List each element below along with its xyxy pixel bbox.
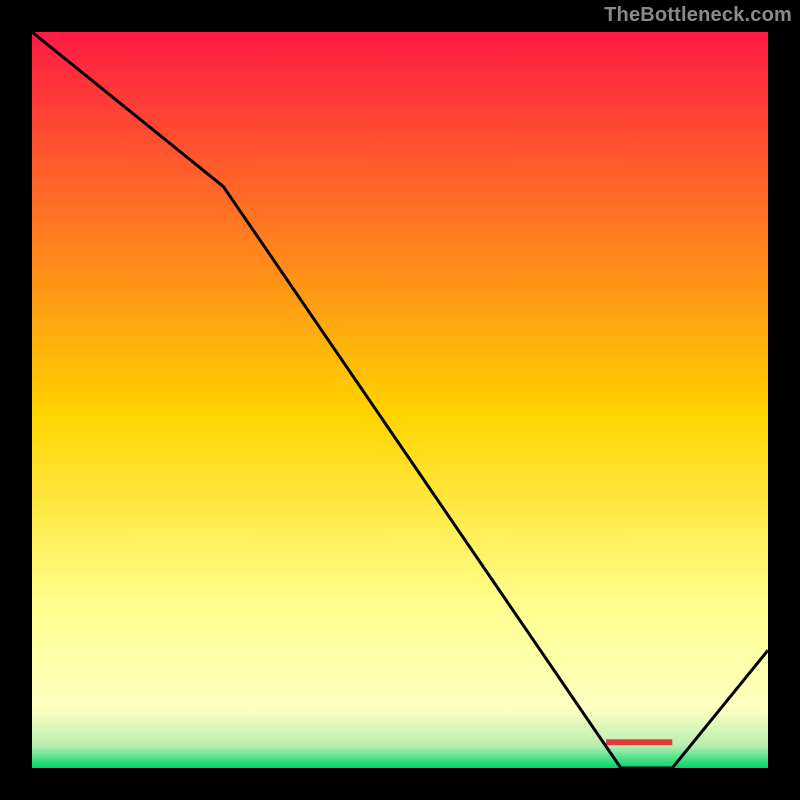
plot-area (32, 32, 768, 768)
chart-frame: TheBottleneck.com (0, 0, 800, 800)
marker-band (606, 739, 672, 745)
gradient-background (32, 32, 768, 768)
chart-svg (32, 32, 768, 768)
watermark-text: TheBottleneck.com (604, 4, 792, 27)
